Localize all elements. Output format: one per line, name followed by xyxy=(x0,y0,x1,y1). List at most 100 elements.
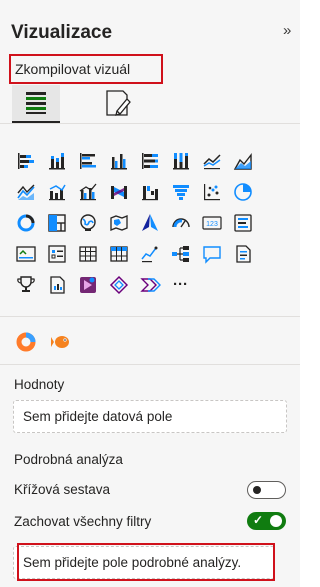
line-and-stacked-column-icon-svg xyxy=(48,184,66,200)
build-visual-heading: Zkompilovat vizuál xyxy=(15,61,131,77)
stacked-area-chart-icon-svg xyxy=(16,184,35,200)
ribbon-chart-icon-svg xyxy=(110,185,127,199)
stacked-area-chart-icon[interactable] xyxy=(10,176,41,207)
power-apps-icon-svg xyxy=(79,276,96,293)
cross-report-toggle[interactable] xyxy=(247,481,286,499)
paginated-report-icon-svg xyxy=(49,275,65,294)
azure-map-icon-svg xyxy=(141,213,158,231)
100-stacked-bar-chart-icon[interactable] xyxy=(134,145,165,176)
line-chart-icon[interactable] xyxy=(196,145,227,176)
toggle-knob xyxy=(270,515,282,527)
clustered-bar-chart-icon[interactable] xyxy=(72,145,103,176)
visual-gallery-row: 123 xyxy=(10,207,300,238)
highlight-box-drillthrough xyxy=(17,543,275,581)
format-visual-icon xyxy=(106,90,131,116)
key-influencers-icon-svg xyxy=(16,275,35,292)
100-stacked-column-chart-icon-svg xyxy=(172,152,189,169)
metrics-icon[interactable] xyxy=(134,269,165,300)
table-icon[interactable] xyxy=(72,238,103,269)
clustered-column-chart-icon-svg xyxy=(110,153,127,169)
power-automate-icon[interactable] xyxy=(103,269,134,300)
keep-filters-label: Zachovat všechny filtry xyxy=(14,514,152,529)
donut-chart-icon[interactable] xyxy=(10,207,41,238)
power-automate-icon-svg xyxy=(109,275,128,294)
toggle-knob xyxy=(253,486,261,494)
area-chart-icon-svg xyxy=(233,152,252,170)
custom-visual-fish-svg xyxy=(50,335,69,348)
map-icon[interactable] xyxy=(72,207,103,238)
azure-map-icon[interactable] xyxy=(134,207,165,238)
stacked-column-chart-icon-svg xyxy=(48,152,65,169)
keep-filters-toggle[interactable]: ✓ xyxy=(247,512,286,530)
decomposition-tree-icon[interactable] xyxy=(165,238,196,269)
custom-visual-fish-icon[interactable] xyxy=(45,326,76,357)
values-drop-well[interactable]: Sem přidejte datová pole xyxy=(13,400,287,433)
custom-visual-donut-icon[interactable] xyxy=(10,326,41,357)
decomposition-tree-icon-svg xyxy=(171,245,189,262)
multi-row-card-icon-svg xyxy=(233,213,252,232)
scatter-chart-icon[interactable] xyxy=(196,176,227,207)
build-visual-tab[interactable] xyxy=(12,85,60,123)
visualizations-pane: Vizualizace » Zkompilovat vizuál 123 ··· xyxy=(0,0,301,587)
values-label: Hodnoty xyxy=(14,377,65,392)
scatter-chart-icon-svg xyxy=(203,183,220,200)
filled-map-icon[interactable] xyxy=(103,207,134,238)
multi-row-card-icon[interactable] xyxy=(227,207,258,238)
gauge-icon-svg xyxy=(171,217,190,227)
smart-narrative-icon[interactable] xyxy=(227,238,258,269)
r-visual-icon-svg xyxy=(140,246,157,262)
visual-gallery: 123 ··· xyxy=(10,145,300,300)
more-visuals-label: ··· xyxy=(173,276,188,293)
collapse-pane-icon[interactable]: » xyxy=(283,22,291,39)
format-visual-tab[interactable] xyxy=(97,85,137,121)
kpi-icon[interactable] xyxy=(10,238,41,269)
key-influencers-icon[interactable] xyxy=(10,269,41,300)
100-stacked-column-chart-icon[interactable] xyxy=(165,145,196,176)
r-visual-icon[interactable] xyxy=(134,238,165,269)
filled-map-icon-svg xyxy=(109,214,128,231)
clustered-column-chart-icon[interactable] xyxy=(103,145,134,176)
map-icon-svg xyxy=(79,213,96,231)
funnel-icon[interactable] xyxy=(165,176,196,207)
slicer-icon-svg xyxy=(47,244,66,263)
ribbon-chart-icon[interactable] xyxy=(103,176,134,207)
pane-title: Vizualizace xyxy=(11,22,113,43)
treemap-icon[interactable] xyxy=(41,207,72,238)
custom-visual-donut-svg xyxy=(16,332,35,351)
metrics-icon-svg xyxy=(139,277,161,292)
tab-divider xyxy=(0,123,300,124)
visual-gallery-row xyxy=(10,176,300,207)
cross-report-label: Křížová sestava xyxy=(14,482,111,497)
line-and-clustered-column-icon-svg xyxy=(79,183,96,200)
paginated-report-icon[interactable] xyxy=(41,269,72,300)
gallery-divider xyxy=(0,316,300,317)
line-and-stacked-column-icon[interactable] xyxy=(41,176,72,207)
area-chart-icon[interactable] xyxy=(227,145,258,176)
more-visuals-icon[interactable]: ··· xyxy=(165,269,196,300)
stacked-column-chart-icon[interactable] xyxy=(41,145,72,176)
line-and-clustered-column-icon[interactable] xyxy=(72,176,103,207)
visual-gallery-row xyxy=(10,145,300,176)
pie-chart-icon[interactable] xyxy=(227,176,258,207)
custom-visuals xyxy=(10,326,76,357)
gauge-icon[interactable] xyxy=(165,207,196,238)
visual-gallery-row xyxy=(10,238,300,269)
power-apps-icon[interactable] xyxy=(72,269,103,300)
matrix-icon[interactable] xyxy=(103,238,134,269)
pane-edge xyxy=(300,0,308,587)
qa-icon-svg xyxy=(202,245,221,264)
smart-narrative-icon-svg xyxy=(235,244,251,263)
waterfall-chart-icon[interactable] xyxy=(134,176,165,207)
stacked-bar-chart-icon[interactable] xyxy=(10,145,41,176)
donut-chart-icon-svg xyxy=(17,214,34,231)
stacked-bar-chart-icon-svg xyxy=(17,152,34,169)
line-chart-icon-svg xyxy=(202,153,221,169)
svg-text:123: 123 xyxy=(206,221,218,228)
slicer-icon[interactable] xyxy=(41,238,72,269)
build-visual-icon xyxy=(26,92,46,114)
clustered-bar-chart-icon-svg xyxy=(79,152,96,169)
card-icon-svg: 123 xyxy=(201,215,222,230)
fields-divider xyxy=(0,364,300,365)
qa-icon[interactable] xyxy=(196,238,227,269)
card-icon[interactable]: 123 xyxy=(196,207,227,238)
